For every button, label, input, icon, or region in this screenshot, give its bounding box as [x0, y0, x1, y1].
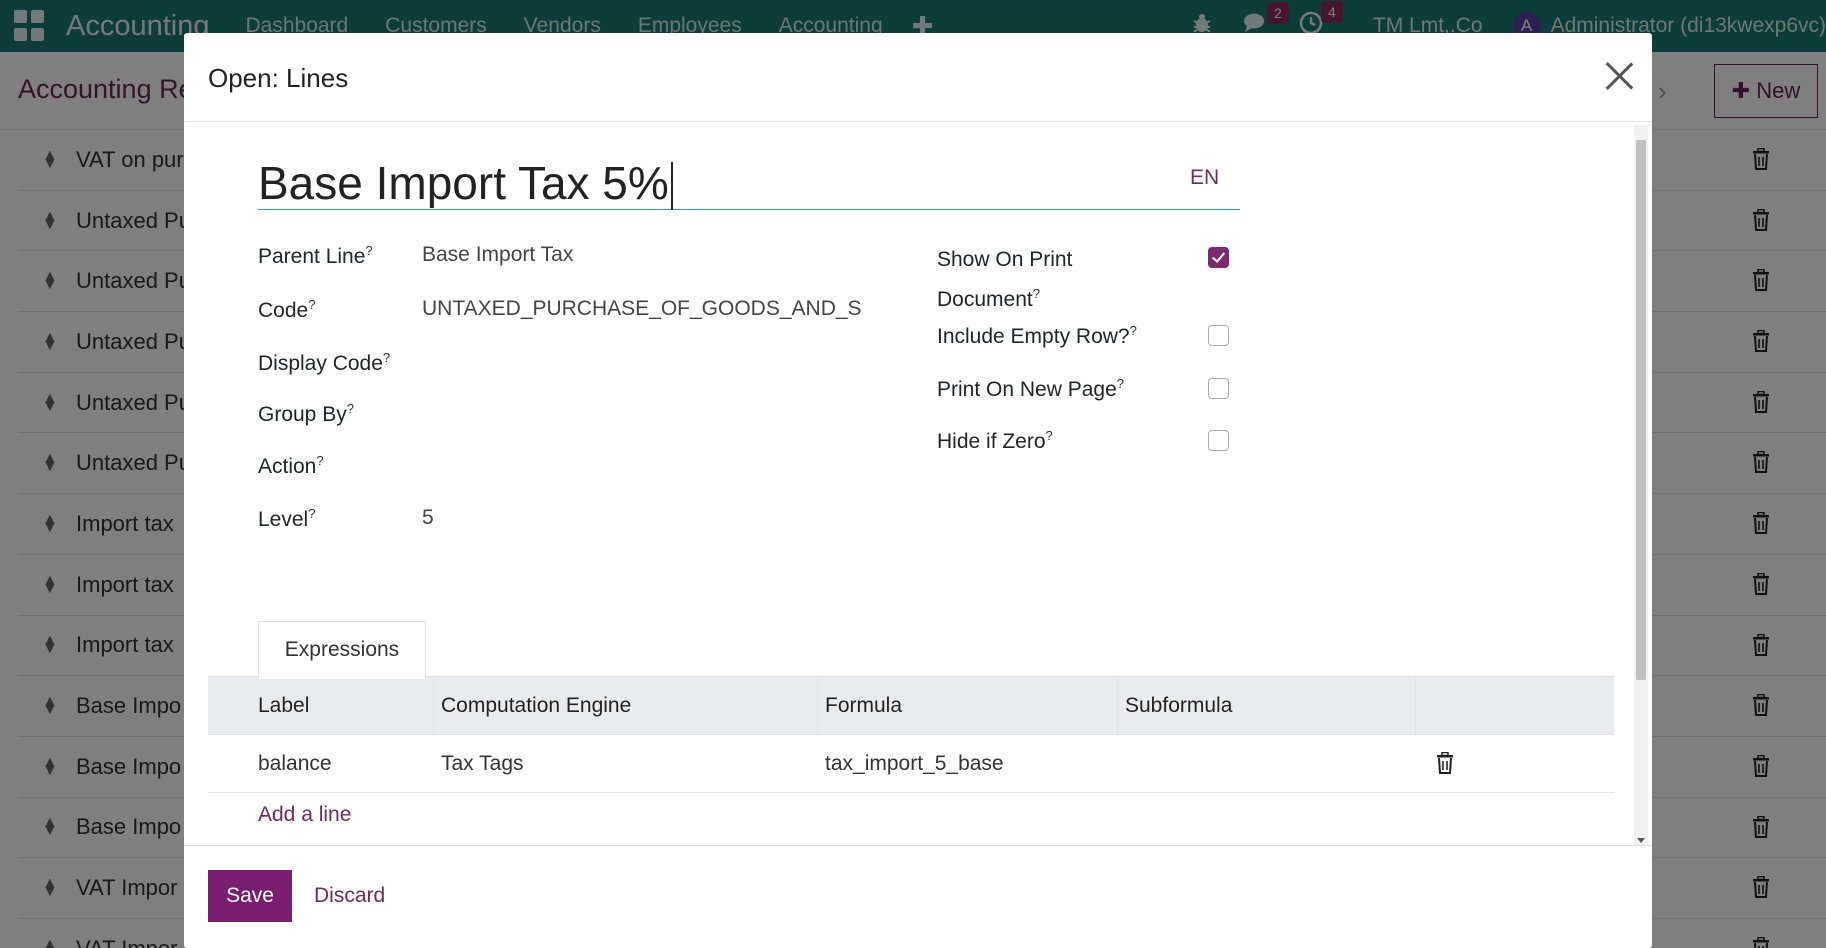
print-on-new-page-label: Print On New Page?	[937, 376, 1124, 401]
column-header-engine[interactable]: Computation Engine	[434, 677, 818, 735]
name-field: EN	[258, 158, 1240, 210]
display-code-label: Display Code?	[258, 350, 391, 375]
discard-button[interactable]: Discard	[314, 870, 385, 922]
hide-if-zero-checkbox[interactable]	[1208, 430, 1229, 451]
action-input[interactable]	[422, 453, 896, 481]
save-button[interactable]: Save	[208, 870, 292, 922]
group-by-input[interactable]	[422, 401, 896, 429]
cell-subformula[interactable]	[1118, 735, 1125, 793]
line-name-input[interactable]	[258, 158, 1158, 208]
scroll-down-arrow-icon[interactable]	[1637, 838, 1645, 843]
parent-line-value[interactable]: Base Import Tax	[422, 243, 573, 267]
tab-expressions[interactable]: Expressions	[258, 621, 426, 679]
code-value[interactable]: UNTAXED_PURCHASE_OF_GOODS_AND_S	[422, 297, 896, 321]
print-on-new-page-checkbox[interactable]	[1208, 378, 1229, 399]
cell-label[interactable]: balance	[208, 735, 332, 793]
column-header-label[interactable]: Label	[208, 677, 434, 735]
action-label: Action?	[258, 453, 324, 478]
display-code-input[interactable]	[422, 350, 896, 378]
dialog-header: Open: Lines	[184, 33, 1652, 122]
column-header-subformula[interactable]: Subformula	[1118, 677, 1416, 735]
delete-row-trash-icon[interactable]	[1436, 751, 1454, 779]
cell-engine[interactable]: Tax Tags	[434, 735, 524, 793]
lines-dialog: Open: Lines EN Parent Line? Base Import …	[184, 33, 1652, 948]
text-caret	[671, 162, 673, 210]
show-on-print-checkbox[interactable]	[1208, 247, 1229, 268]
language-button[interactable]: EN	[1190, 166, 1219, 190]
close-icon[interactable]	[1604, 61, 1634, 91]
show-on-print-label: Show On Print Document?	[937, 248, 1073, 311]
add-a-line-link[interactable]: Add a line	[258, 803, 351, 827]
dialog-footer: Save Discard	[184, 845, 1652, 948]
level-value[interactable]: 5	[422, 506, 434, 530]
include-empty-row-label: Include Empty Row??	[937, 323, 1137, 348]
parent-line-label: Parent Line?	[258, 243, 373, 268]
cell-formula[interactable]: tax_import_5_base	[818, 735, 1004, 793]
code-label: Code?	[258, 297, 316, 322]
column-header-formula[interactable]: Formula	[818, 677, 1118, 735]
dialog-title: Open: Lines	[208, 63, 349, 93]
dialog-scrollbar[interactable]	[1634, 125, 1648, 845]
group-by-label: Group By?	[258, 401, 354, 426]
scrollbar-thumb[interactable]	[1636, 140, 1646, 680]
expressions-table: Label Computation Engine Formula Subform…	[208, 677, 1614, 826]
notebook-tabs: Expressions	[208, 621, 1614, 679]
hide-if-zero-label: Hide if Zero?	[937, 428, 1053, 453]
table-row[interactable]: balance Tax Tags tax_import_5_base	[208, 735, 1614, 793]
include-empty-row-checkbox[interactable]	[1208, 325, 1229, 346]
dialog-body: EN Parent Line? Base Import Tax Code? UN…	[208, 123, 1614, 845]
level-label: Level?	[258, 506, 316, 531]
table-header: Label Computation Engine Formula Subform…	[208, 677, 1614, 735]
